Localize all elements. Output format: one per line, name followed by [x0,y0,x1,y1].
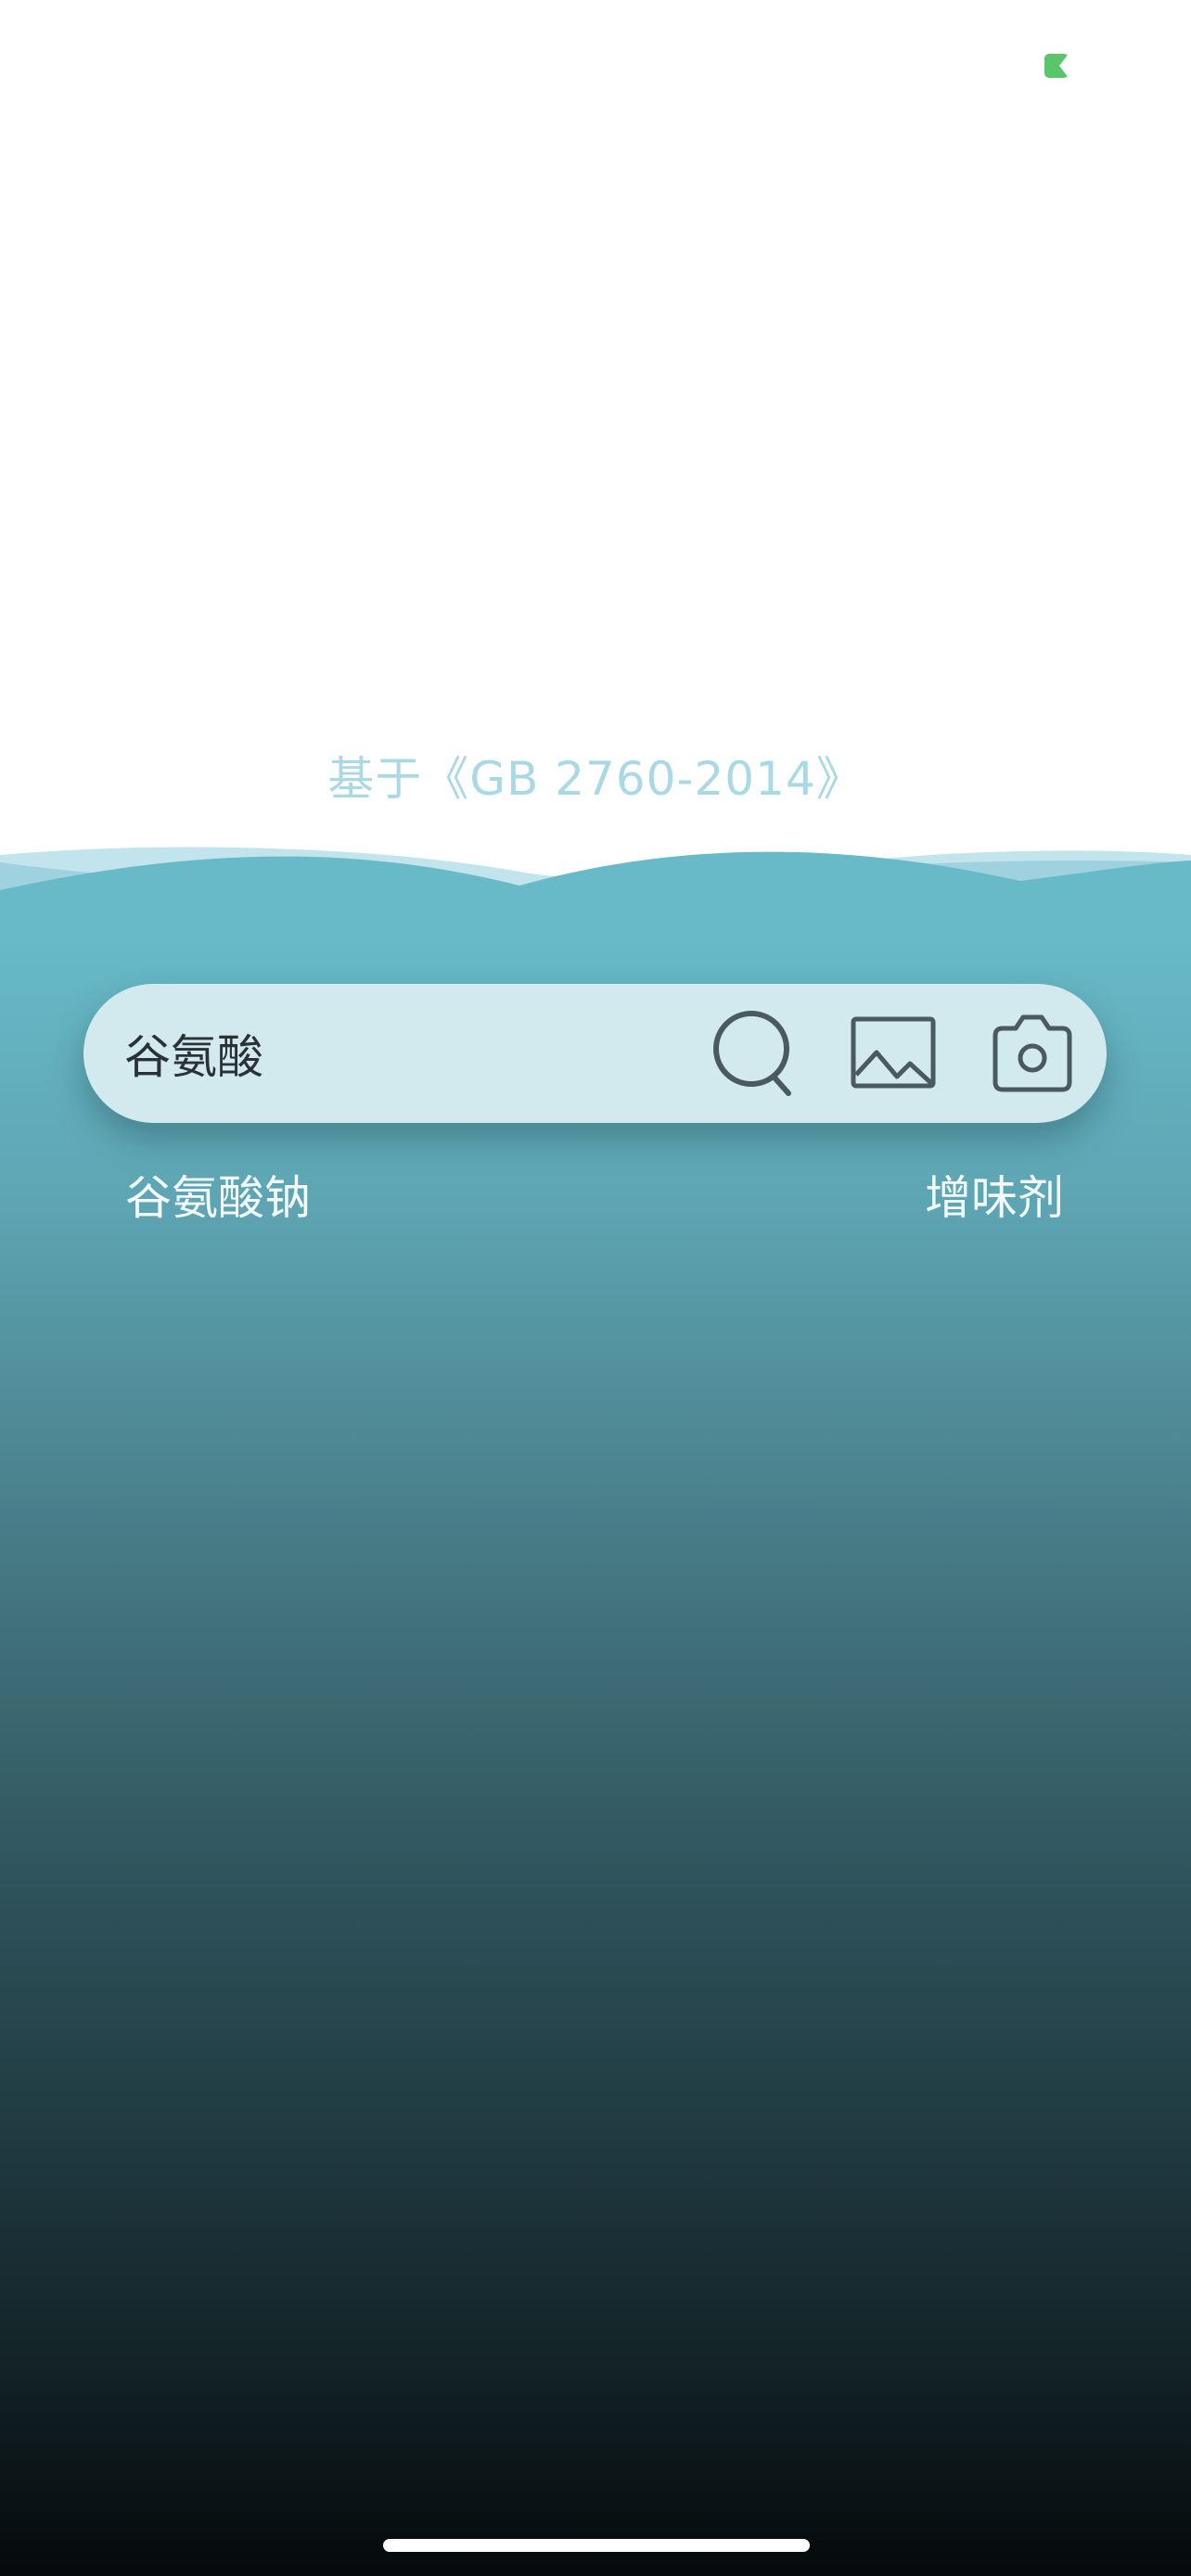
standard-subtitle: 基于《GB 2760-2014》 [327,752,864,806]
search-bar [83,984,1107,1123]
search-icon[interactable] [711,1010,800,1099]
image-icon[interactable] [849,1010,938,1099]
home-indicator[interactable] [383,2539,810,2552]
result-additive-name[interactable]: 谷氨酸钠 [125,1161,311,1228]
status-indicator [1044,54,1069,78]
camera-icon[interactable] [988,1010,1077,1099]
search-input[interactable] [124,1021,699,1086]
result-additive-category[interactable]: 增味剂 [925,1161,1064,1228]
